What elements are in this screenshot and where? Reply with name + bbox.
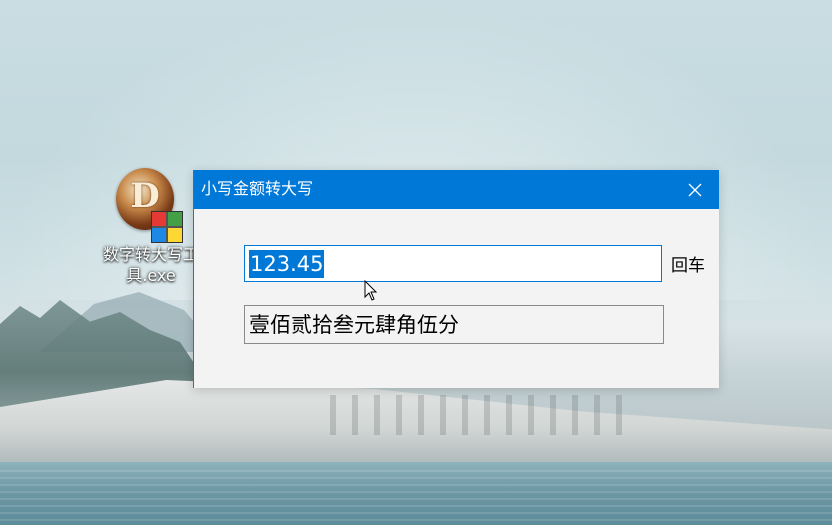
app-icon-grid-cell — [168, 212, 182, 226]
enter-hint-label: 回车 — [671, 256, 705, 276]
background-rocks — [330, 395, 630, 435]
arrow-cursor-icon — [364, 280, 378, 301]
app-icon-grid — [151, 211, 183, 243]
converter-window: 小写金额转大写 123.45 回车 壹佰贰拾叁元肆角伍分 — [193, 170, 719, 388]
result-output-field[interactable]: 壹佰贰拾叁元肆角伍分 — [244, 305, 664, 344]
app-icon-grid-cell — [152, 212, 166, 226]
amount-input[interactable]: 123.45 — [244, 245, 662, 282]
desktop-shortcut-converter[interactable]: D 数字转大写工具.exe — [96, 168, 206, 293]
result-text: 壹佰贰拾叁元肆角伍分 — [249, 312, 459, 337]
window-title: 小写金额转大写 — [201, 179, 314, 198]
title-bar[interactable]: 小写金额转大写 — [194, 170, 719, 209]
close-button[interactable] — [671, 170, 719, 209]
app-icon-grid-cell — [152, 228, 166, 242]
app-icon-grid-cell — [168, 228, 182, 242]
amount-input-selected-text: 123.45 — [249, 249, 325, 278]
background-water-sheen — [0, 470, 832, 525]
desktop: D 数字转大写工具.exe 小写金额转大写 123.45 回车 壹佰贰拾叁元肆角… — [0, 0, 832, 525]
app-icon-letter: D — [130, 176, 160, 216]
close-icon — [688, 183, 702, 196]
desktop-icon-label: 数字转大写工具.exe — [102, 245, 199, 285]
